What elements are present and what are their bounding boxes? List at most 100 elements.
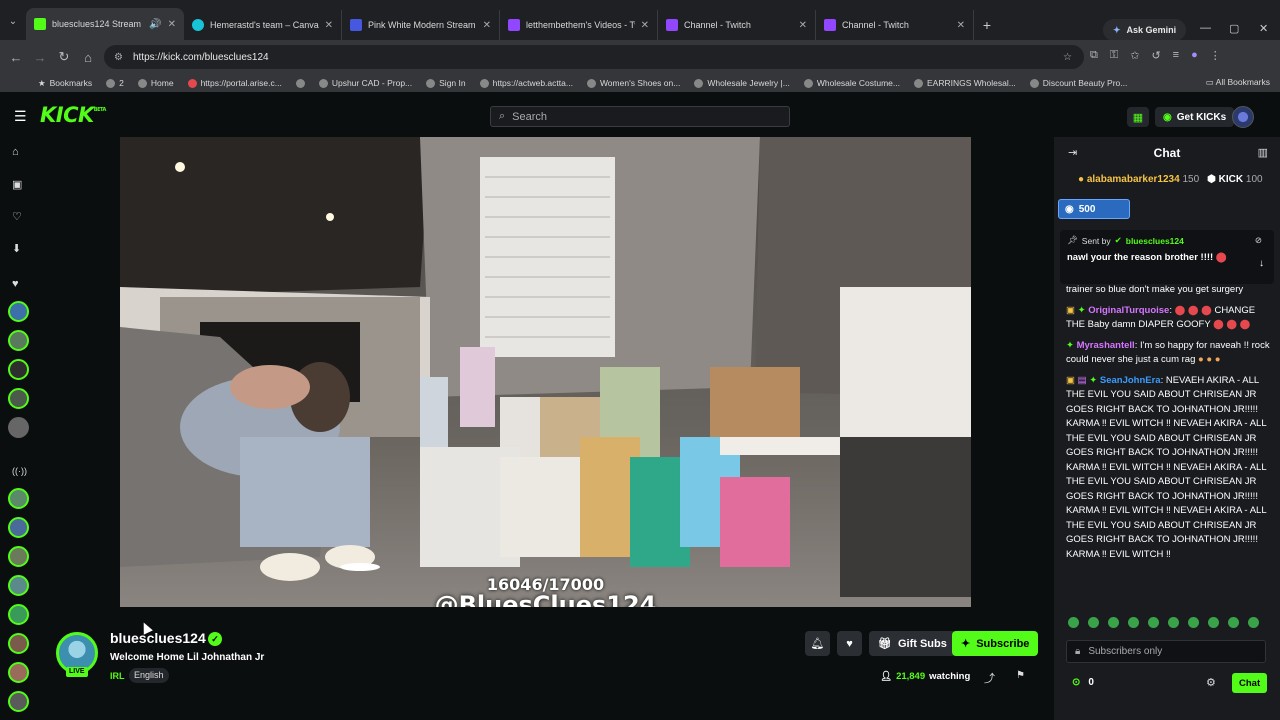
extensions-star-icon[interactable]: ✩ bbox=[1130, 49, 1139, 62]
shop-button[interactable]: ▦ bbox=[1127, 107, 1149, 127]
emote-icon[interactable] bbox=[1168, 617, 1179, 628]
bookmark-item[interactable] bbox=[295, 78, 305, 88]
close-icon[interactable]: ✕ bbox=[483, 20, 491, 31]
bookmark-star-icon[interactable]: ☆ bbox=[1063, 52, 1072, 63]
bookmark-item[interactable]: Upshur CAD - Prop... bbox=[318, 78, 412, 88]
search-input[interactable]: ⌕ Search bbox=[490, 106, 790, 127]
bookmark-item[interactable]: Wholesale Costume... bbox=[803, 78, 900, 88]
back-icon[interactable]: ← bbox=[4, 50, 28, 65]
media-icon[interactable]: ≡ bbox=[1173, 49, 1179, 62]
bookmark-item[interactable]: EARRINGS Wholesal... bbox=[913, 78, 1016, 88]
language-tag[interactable]: English bbox=[129, 668, 169, 683]
close-icon[interactable]: ✕ bbox=[799, 20, 807, 31]
message-username[interactable]: SeanJohnEra bbox=[1100, 375, 1161, 386]
bookmark-item[interactable]: 2 bbox=[106, 78, 124, 88]
bookmark-item[interactable]: Home bbox=[137, 78, 174, 88]
bookmark-item[interactable]: Women's Shoes on... bbox=[586, 78, 680, 88]
gear-icon[interactable]: ⚙ bbox=[1206, 676, 1216, 689]
minimize-icon[interactable]: — bbox=[1200, 22, 1211, 34]
tab-twitch-channel[interactable]: Channel - Twitch ✕ bbox=[658, 10, 816, 40]
bookmark-item[interactable]: Discount Beauty Pro... bbox=[1029, 78, 1127, 88]
emote-icon[interactable] bbox=[1088, 617, 1099, 628]
home-icon[interactable]: ⌂ bbox=[12, 146, 19, 158]
recommended-channel-avatar[interactable] bbox=[8, 662, 29, 683]
tab-canva-design[interactable]: Pink White Modern Stream Star ✕ bbox=[342, 10, 500, 40]
new-tab-button[interactable]: + bbox=[974, 10, 1000, 40]
notification-bell-button[interactable]: 🔔︎ bbox=[805, 631, 830, 656]
share-icon[interactable]: ⤴ bbox=[984, 670, 995, 686]
video-player[interactable]: 16046/17000 @BluesClues124 bbox=[120, 137, 971, 607]
chat-input[interactable]: 🔒︎ Subscribers only bbox=[1066, 640, 1266, 663]
extension-icon[interactable]: ⧉ bbox=[1090, 49, 1098, 62]
bookmark-item[interactable]: https://actweb.actta... bbox=[479, 78, 573, 88]
recommended-channel-avatar[interactable] bbox=[8, 546, 29, 567]
emote-icon[interactable] bbox=[1208, 617, 1219, 628]
following-icon[interactable]: ♡ bbox=[12, 210, 22, 223]
recommended-channel-avatar[interactable] bbox=[8, 604, 29, 625]
followed-channel-avatar[interactable] bbox=[8, 301, 29, 322]
tab-canva[interactable]: Hemerastd's team – Canva ✕ bbox=[184, 10, 342, 40]
clips-icon[interactable]: ⬇ bbox=[12, 242, 21, 255]
emote-icon[interactable] bbox=[1248, 617, 1259, 628]
emote-icon[interactable] bbox=[1068, 617, 1079, 628]
get-kicks-button[interactable]: ◉ Get KICKs bbox=[1155, 107, 1235, 127]
recommended-channel-avatar[interactable] bbox=[8, 691, 29, 712]
ask-gemini-button[interactable]: ✦ Ask Gemini bbox=[1103, 19, 1187, 41]
emote-icon[interactable] bbox=[1228, 617, 1239, 628]
heart-icon[interactable]: ♥ bbox=[12, 278, 19, 290]
bookmark-item[interactable]: Wholesale Jewelry |... bbox=[694, 78, 790, 88]
leader-username[interactable]: alabamabarker1234 bbox=[1087, 174, 1180, 185]
address-bar[interactable]: ⚙ https://kick.com/bluesclues124 ☆ bbox=[104, 45, 1084, 69]
report-icon[interactable]: ⚑ bbox=[1016, 670, 1025, 681]
recommended-channel-avatar[interactable] bbox=[8, 517, 29, 538]
close-icon[interactable]: ✕ bbox=[168, 19, 176, 30]
kick-logo[interactable]: KICKBETA bbox=[40, 103, 106, 127]
followed-channel-avatar[interactable] bbox=[8, 417, 29, 438]
followed-channel-avatar[interactable] bbox=[8, 388, 29, 409]
emote-icon[interactable] bbox=[1108, 617, 1119, 628]
tab-twitch-videos[interactable]: letthembethem's Videos - Twitc ✕ bbox=[500, 10, 658, 40]
home-icon[interactable]: ⌂ bbox=[76, 50, 100, 65]
password-icon[interactable]: ⚿ bbox=[1110, 49, 1118, 62]
hide-pin-icon[interactable]: ⊘ bbox=[1255, 235, 1262, 246]
message-username[interactable]: Myrashantell bbox=[1077, 340, 1135, 351]
emote-icon[interactable] bbox=[1128, 617, 1139, 628]
profile-icon[interactable]: ● bbox=[1191, 49, 1198, 62]
live-icon[interactable]: ((·)) bbox=[12, 466, 27, 476]
menu-icon[interactable]: ⋮ bbox=[1210, 49, 1221, 62]
window-close-icon[interactable]: ✕ bbox=[1259, 22, 1268, 35]
subscribe-button[interactable]: ✦ Subscribe bbox=[952, 631, 1039, 656]
bookmark-item[interactable]: Sign In bbox=[426, 78, 466, 88]
chat-leaderboard-icon[interactable]: ▥ bbox=[1258, 146, 1268, 159]
followed-channel-avatar[interactable] bbox=[8, 330, 29, 351]
recommended-channel-avatar[interactable] bbox=[8, 633, 29, 654]
recommended-channel-avatar[interactable] bbox=[8, 575, 29, 596]
follow-button[interactable]: ♥ bbox=[837, 631, 862, 656]
all-bookmarks-button[interactable]: ▭ All Bookmarks bbox=[1206, 77, 1270, 88]
tab-search-icon[interactable]: ⌄ bbox=[0, 6, 26, 36]
expand-pin-icon[interactable]: ↓ bbox=[1259, 258, 1264, 269]
close-icon[interactable]: ✕ bbox=[325, 20, 333, 31]
stream-category[interactable]: IRL bbox=[110, 671, 125, 681]
history-icon[interactable]: ↺ bbox=[1151, 49, 1160, 62]
site-info-icon[interactable]: ⚙ bbox=[114, 52, 123, 63]
gift-subs-button[interactable]: 🎁︎ Gift Subs bbox=[869, 631, 956, 656]
leader-username[interactable]: KICK bbox=[1219, 174, 1243, 185]
close-icon[interactable]: ✕ bbox=[957, 20, 965, 31]
user-avatar[interactable] bbox=[1232, 106, 1254, 128]
followed-channel-avatar[interactable] bbox=[8, 359, 29, 380]
tab-kick[interactable]: bluesclues124 Stream - Wa 🔊 ✕ bbox=[26, 8, 184, 40]
pinned-username[interactable]: bluesclues124 bbox=[1126, 236, 1184, 246]
close-icon[interactable]: ✕ bbox=[641, 20, 649, 31]
emote-icon[interactable] bbox=[1148, 617, 1159, 628]
reload-icon[interactable]: ↻ bbox=[52, 49, 76, 65]
tab-twitch-channel-2[interactable]: Channel - Twitch ✕ bbox=[816, 10, 974, 40]
browse-icon[interactable]: ▣ bbox=[12, 178, 22, 191]
bookmark-item[interactable]: ★ Bookmarks bbox=[38, 78, 92, 89]
recommended-channel-avatar[interactable] bbox=[8, 488, 29, 509]
send-chat-button[interactable]: Chat bbox=[1232, 673, 1268, 693]
bookmark-item[interactable]: https://portal.arise.c... bbox=[187, 78, 282, 88]
channel-points[interactable]: ⊙ 0 bbox=[1072, 677, 1094, 688]
maximize-icon[interactable]: ▢ bbox=[1229, 22, 1239, 35]
channel-name[interactable]: bluesclues124 bbox=[110, 630, 206, 646]
